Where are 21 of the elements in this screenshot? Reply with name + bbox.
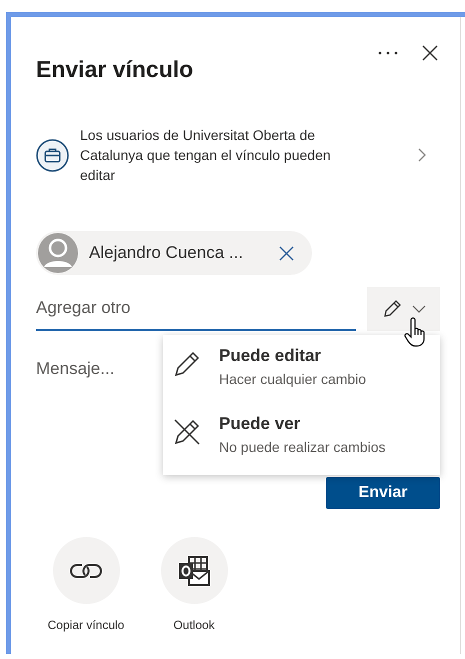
remove-icon[interactable] bbox=[279, 246, 294, 260]
share-option-label: Copiar vínculo bbox=[48, 618, 124, 632]
pencil-icon bbox=[382, 299, 402, 319]
briefcase-icon bbox=[36, 138, 69, 172]
close-icon[interactable] bbox=[422, 45, 438, 61]
permission-option[interactable]: Puede ver No puede realizar cambios bbox=[163, 405, 440, 473]
option-description: No puede realizar cambios bbox=[219, 438, 386, 457]
link-settings-button[interactable]: Los usuarios de Universitat Oberta de Catalunya que tengan el vínculo pueden editar bbox=[36, 123, 440, 187]
avatar-icon bbox=[38, 233, 78, 273]
more-icon[interactable] bbox=[378, 51, 398, 55]
crossed-pencil-icon bbox=[173, 418, 201, 446]
permission-button[interactable] bbox=[367, 287, 440, 331]
send-button[interactable]: Enviar bbox=[326, 477, 440, 509]
chevron-down-icon bbox=[412, 305, 426, 313]
panel-title: Enviar vínculo bbox=[36, 55, 194, 84]
share-option-label: Outlook bbox=[173, 618, 215, 632]
link-settings-text: Los usuarios de Universitat Oberta de Catalunya que tengan el vínculo pueden editar bbox=[80, 126, 332, 185]
chevron-right-icon bbox=[418, 148, 426, 162]
recipient-name: Alejandro Cuenca ... bbox=[89, 243, 244, 263]
option-title: Puede ver bbox=[219, 413, 302, 435]
pencil-icon bbox=[173, 350, 201, 378]
